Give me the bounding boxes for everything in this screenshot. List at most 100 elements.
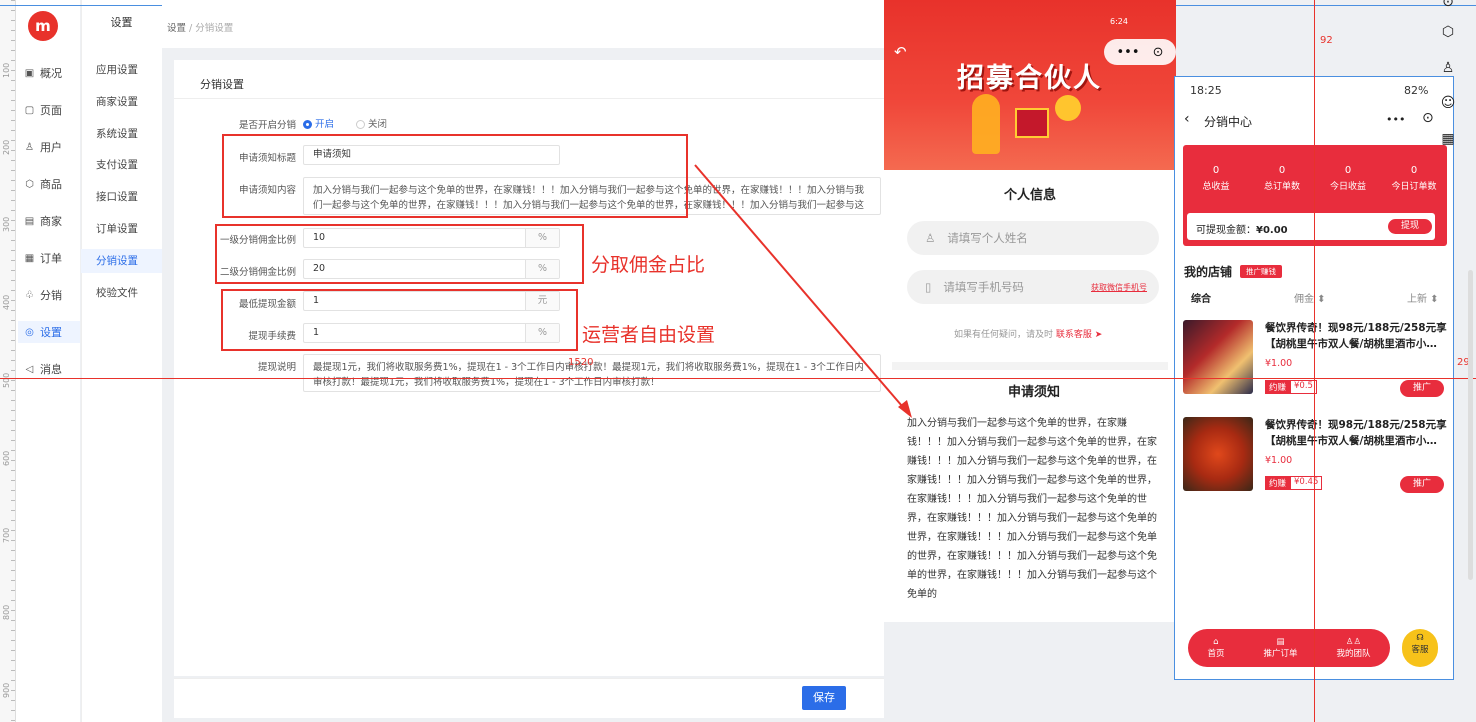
nav-products[interactable]: ⬡ 商品 [18, 173, 80, 195]
sort-newest[interactable]: 上新 ⬍ [1407, 290, 1439, 305]
subnav-order-settings[interactable]: 订单设置 [81, 217, 162, 241]
highlight-box-commission [215, 224, 584, 284]
help-text: 如果有任何疑问，请及时 联系客服 ➤ [954, 330, 1103, 340]
recruit-title: 招募合伙人 [957, 63, 1102, 94]
toolbar-user-icon[interactable]: ♙ [1438, 60, 1458, 80]
tab-promo-orders[interactable]: ▤ 推广订单 [1263, 637, 1297, 659]
app-logo[interactable]: m [28, 11, 58, 41]
tab-my-team[interactable]: ♙♙ 我的团队 [1336, 637, 1370, 659]
nav-merchants[interactable]: ▤ 商家 [18, 210, 80, 232]
ruler-mark: 300 [2, 216, 11, 232]
phone-bottom-nav: ⌂ 首页 ▤ 推广订单 ♙♙ 我的团队 [1188, 629, 1390, 667]
nav-messages[interactable]: ◁ 消息 [18, 358, 80, 380]
close-target-icon[interactable]: ⊙ [1422, 110, 1434, 126]
toolbar-cube-icon[interactable]: ⬡ [1438, 24, 1458, 44]
breadcrumb: 设置 / 分销设置 [167, 20, 233, 34]
name-input[interactable]: ♙ 请填写个人姓名 [907, 221, 1159, 255]
back-icon[interactable]: ↶ [894, 43, 907, 61]
product-image[interactable] [1183, 417, 1253, 491]
nav-overview[interactable]: ▣ 概况 [18, 62, 80, 84]
notice-title: 申请须知 [1007, 385, 1060, 400]
person-icon: ♙ [925, 231, 936, 245]
customer-service-button[interactable]: ☊ 客服 [1402, 629, 1438, 667]
distribution-center-title: 分销中心 [1204, 115, 1253, 129]
subnav-system-settings[interactable]: 系统设置 [81, 122, 162, 146]
promote-button[interactable]: 推广 [1400, 380, 1444, 397]
toolbar-smile-icon[interactable]: ☺ [1438, 95, 1458, 115]
ruler-mark: 400 [2, 294, 11, 310]
order-icon: ▦ [24, 252, 35, 264]
promote-button[interactable]: 推广 [1400, 476, 1444, 493]
highlight-box-notice [222, 134, 688, 218]
product-icon: ⬡ [25, 178, 34, 190]
stat-today-income: 0 今日收益 [1329, 165, 1366, 192]
product-title[interactable]: 餐饮界传奇！现98元/188元/258元享 [1265, 417, 1451, 433]
nav-distribution[interactable]: ♧ 分销 [18, 284, 80, 306]
page-scrollbar[interactable] [1468, 270, 1473, 580]
product-subtitle: 【胡桃里午市双人餐/胡桃里酒市小… [1265, 338, 1437, 350]
sort-overall[interactable]: 综合 [1191, 290, 1211, 305]
ruler-mark: 100 [2, 62, 11, 78]
ruler-mark: 700 [2, 527, 11, 543]
enable-off-radio[interactable]: 关闭 [356, 116, 387, 130]
breadcrumb-settings[interactable]: 设置 [167, 23, 186, 34]
ruler-mark: 600 [2, 450, 11, 466]
coin-illustration [1055, 95, 1081, 121]
section-gap [892, 362, 1168, 370]
nav-settings[interactable]: ◎ 设置 [18, 321, 80, 343]
guide-label-top: 92 [1320, 35, 1333, 46]
enable-on-radio[interactable]: 开启 [303, 116, 334, 130]
sort-commission[interactable]: 佣金 ⬍ [1294, 290, 1326, 305]
settings-icon: ◎ [25, 326, 34, 338]
subnav-distribution-settings[interactable]: 分销设置 [81, 249, 162, 273]
subnav-api-settings[interactable]: 接口设置 [81, 185, 162, 209]
product-title[interactable]: 餐饮界传奇！现98元/188元/258元享 [1265, 320, 1451, 336]
my-shop-title: 我的店铺 [1184, 265, 1233, 279]
subnav-verify-file[interactable]: 校验文件 [81, 281, 162, 305]
wechat-phone-link[interactable]: 获取微信手机号 [1091, 282, 1147, 293]
ruler-mark: 200 [2, 139, 11, 155]
guide-line-vertical [1314, 0, 1315, 722]
back-chevron-icon[interactable]: ‹ [1184, 111, 1190, 127]
stat-total-income: 0 总收益 [1202, 165, 1230, 192]
subnav-app-settings[interactable]: 应用设置 [81, 58, 162, 82]
toolbar-target-icon[interactable]: ⊙ [1438, 0, 1458, 14]
nav-orders[interactable]: ▦ 订单 [18, 247, 80, 269]
product-image[interactable] [1183, 320, 1253, 394]
distribution-icon: ♧ [25, 289, 34, 301]
promote-badge: 推广赚钱 [1240, 265, 1282, 278]
phone1-status-time: 6:24 [1110, 17, 1128, 26]
earnings-stats: 0 总收益 0 总订单数 0 今日收益 0 今日订单数 [1183, 165, 1447, 192]
withdraw-button[interactable]: 提现 [1388, 219, 1432, 234]
contact-service-link[interactable]: 联系客服 [1056, 330, 1092, 340]
card-title: 分销设置 [200, 78, 244, 91]
personal-info-title: 个人信息 [1003, 188, 1056, 203]
figure-illustration [972, 94, 1000, 154]
merchant-icon: ▤ [24, 215, 35, 227]
phone2-time: 18:25 [1190, 84, 1222, 97]
mobile-icon: ▯ [925, 280, 932, 294]
guide-label-center: 1520 [568, 357, 594, 368]
toolbar-layout-icon[interactable]: ▦ [1438, 131, 1458, 151]
enable-label: 是否开启分销 [238, 120, 296, 131]
tab-home[interactable]: ⌂ 首页 [1207, 637, 1224, 659]
subnav-merchant-settings[interactable]: 商家设置 [81, 90, 162, 114]
subnav-payment-settings[interactable]: 支付设置 [81, 153, 162, 177]
close-circle-icon: ⊙ [1152, 44, 1164, 60]
withdraw-amount: 可提现金额：¥0.00 [1196, 225, 1288, 236]
desc-label: 提现说明 [257, 362, 296, 373]
more-menu-icon[interactable]: ••• [1386, 113, 1405, 126]
highlight-box-withdraw [221, 289, 578, 351]
nav-users[interactable]: ♙ 用户 [18, 136, 80, 158]
headset-icon: ☊ [1416, 633, 1424, 643]
product-subtitle: 【胡桃里午市双人餐/胡桃里酒市小… [1265, 435, 1437, 447]
miniapp-capsule[interactable]: ••• ⊙ [1104, 39, 1176, 65]
annotation-commission: 分取佣金占比 [591, 254, 706, 276]
notice-text: 加入分销与我们一起参与这个免单的世界，在家赚钱！！！加入分销与我们一起参与这个免… [907, 418, 1157, 600]
orders-icon: ▤ [1276, 637, 1285, 647]
save-button[interactable]: 保存 [802, 686, 846, 710]
nav-pages[interactable]: ▢ 页面 [18, 99, 80, 121]
message-icon: ◁ [25, 363, 34, 375]
page-header [162, 0, 884, 48]
send-icon: ➤ [1094, 330, 1103, 340]
